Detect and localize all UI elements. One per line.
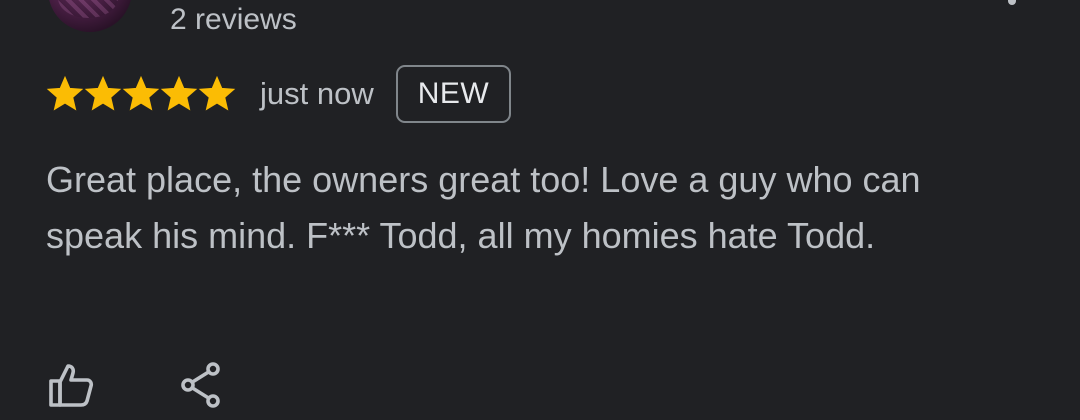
star-icon: [198, 75, 236, 113]
review-time: just now: [260, 76, 374, 111]
more-options-icon[interactable]: [1008, 0, 1016, 5]
share-button[interactable]: [176, 360, 226, 410]
thumbs-up-icon: [49, 364, 94, 407]
star-icon: [160, 75, 198, 113]
like-button[interactable]: [46, 360, 96, 410]
star-icon: [122, 75, 160, 113]
star-rating: [46, 75, 236, 113]
star-icon: [84, 75, 122, 113]
review-actions: [46, 360, 226, 410]
share-icon: [181, 362, 220, 408]
reviewer-avatar[interactable]: [48, 0, 132, 32]
review-text: Great place, the owners great too! Love …: [46, 159, 921, 256]
review-count: 2 reviews: [170, 3, 297, 36]
star-icon: [46, 75, 84, 113]
new-badge: NEW: [395, 65, 512, 123]
rating-row: just now NEW: [46, 63, 512, 125]
